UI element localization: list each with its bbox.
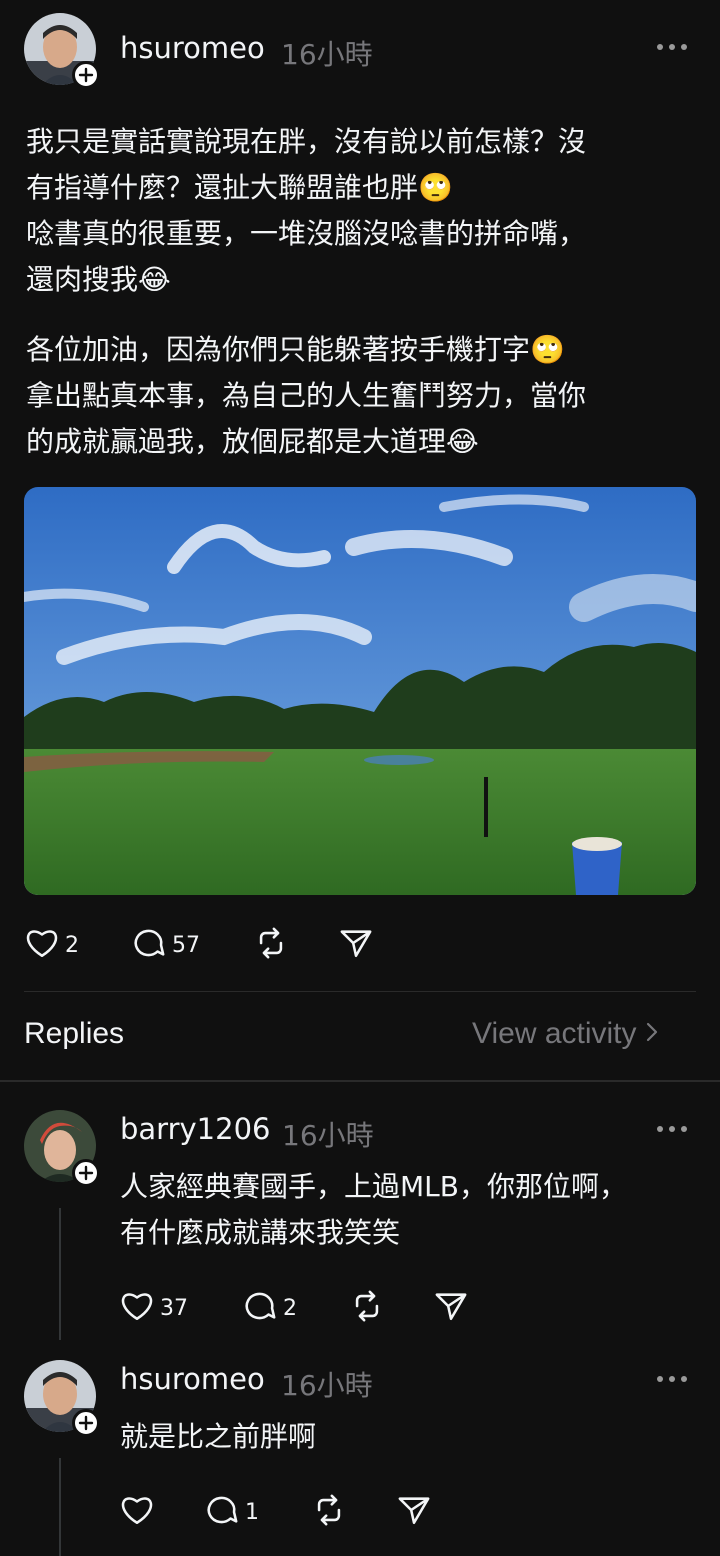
- repost-icon: [312, 1494, 346, 1530]
- comment-icon: [132, 927, 166, 963]
- share-button[interactable]: [434, 1290, 468, 1326]
- send-icon: [397, 1494, 431, 1530]
- repost-icon: [350, 1290, 384, 1326]
- like-button[interactable]: 37: [120, 1290, 188, 1326]
- heart-icon: [120, 1290, 154, 1326]
- share-button[interactable]: [339, 927, 373, 963]
- send-icon: [434, 1290, 468, 1326]
- send-icon: [339, 927, 373, 963]
- repost-button[interactable]: [312, 1494, 346, 1530]
- follow-plus-icon[interactable]: [72, 61, 100, 89]
- comment-count: 1: [245, 1499, 259, 1525]
- reply-username[interactable]: hsuromeo: [120, 1362, 265, 1396]
- divider: [24, 991, 696, 992]
- comment-button[interactable]: 2: [243, 1290, 297, 1326]
- comment-icon: [243, 1290, 277, 1326]
- repost-button[interactable]: [350, 1290, 384, 1326]
- thread-line: [59, 1458, 61, 1556]
- heart-icon: [120, 1494, 154, 1530]
- reply-text: 就是比之前胖啊: [120, 1420, 317, 1453]
- post-body: 我只是實話實說現在胖，沒有說以前怎樣？沒 有指導什麼？還扯大聯盟誰也胖🙄 唸書真…: [26, 119, 676, 465]
- comment-button[interactable]: 1: [205, 1494, 259, 1530]
- post-image[interactable]: [24, 487, 696, 895]
- comment-button[interactable]: 57: [132, 927, 200, 963]
- comment-count: 2: [283, 1295, 297, 1321]
- share-button[interactable]: [397, 1494, 431, 1530]
- more-options-icon[interactable]: [655, 40, 689, 54]
- post-username[interactable]: hsuromeo: [120, 31, 265, 65]
- repost-icon: [254, 927, 288, 963]
- view-activity-label: View activity: [472, 1017, 637, 1050]
- follow-plus-icon[interactable]: [72, 1159, 100, 1187]
- comment-count: 57: [172, 932, 200, 958]
- reply-timestamp: 16小時: [282, 1119, 374, 1152]
- like-count: 37: [160, 1295, 188, 1321]
- post-timestamp: 16小時: [281, 38, 373, 71]
- repost-button[interactable]: [254, 927, 288, 963]
- more-options-icon[interactable]: [655, 1372, 689, 1386]
- replies-heading: Replies: [24, 1017, 125, 1050]
- post-paragraph-1: 我只是實話實說現在胖，沒有說以前怎樣？沒 有指導什麼？還扯大聯盟誰也胖🙄 唸書真…: [26, 125, 587, 296]
- post-paragraph-2: 各位加油，因為你們只能躲著按手機打字🙄 拿出點真本事，為自己的人生奮鬥努力，當你…: [26, 333, 587, 458]
- like-button[interactable]: 2: [25, 927, 79, 963]
- heart-icon: [25, 927, 59, 963]
- reply-text: 人家經典賽國手，上過MLB，你那位啊， 有什麼成就講來我笑笑: [120, 1170, 627, 1249]
- thread-line: [59, 1208, 61, 1340]
- reply-username[interactable]: barry1206: [120, 1112, 270, 1146]
- comment-icon: [205, 1494, 239, 1530]
- more-options-icon[interactable]: [655, 1122, 689, 1136]
- like-button[interactable]: [120, 1494, 160, 1530]
- like-count: 2: [65, 932, 79, 958]
- chevron-right-icon: [645, 1020, 659, 1048]
- section-separator: [0, 1080, 720, 1082]
- follow-plus-icon[interactable]: [72, 1409, 100, 1437]
- reply-timestamp: 16小時: [281, 1369, 373, 1402]
- view-activity-link[interactable]: View activity: [472, 1017, 659, 1051]
